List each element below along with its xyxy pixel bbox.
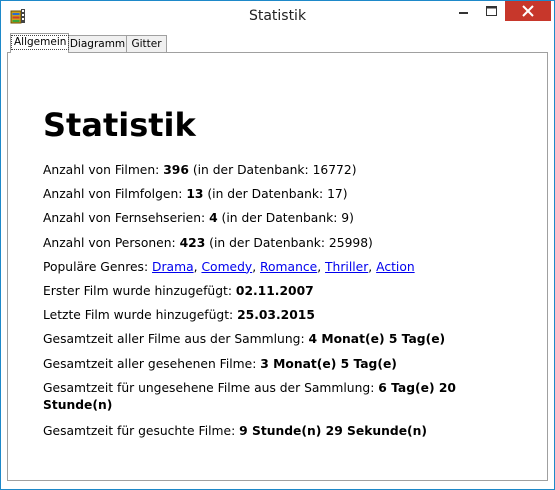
tab-allgemein-label: Allgemein [11,35,70,50]
stat-first-added: Erster Film wurde hinzugefügt: 02.11.200… [43,283,483,307]
stat-db-count: (in der Datenbank: 9) [221,211,354,226]
stat-watched-time: Gesamtzeit aller gesehenen Filme: 3 Mona… [43,356,483,380]
stat-value: 396 [163,163,189,177]
stat-label: Anzahl von Filmfolgen: [43,187,183,202]
stat-last-added: Letzte Film wurde hinzugefügt: 25.03.201… [43,307,483,331]
close-icon [522,5,534,17]
stat-genres: Populäre Genres: Drama, Comedy, Romance,… [43,259,483,283]
genre-separator: , [252,259,257,274]
stat-label: Erster Film wurde hinzugefügt: [43,283,232,298]
tab-gitter[interactable]: Gitter [126,35,167,52]
stat-label: Anzahl von Fernsehserien: [43,211,206,226]
stat-db-count: (in der Datenbank: 17) [207,187,348,202]
stat-value: 13 [186,187,204,202]
genre-separator: , [193,259,198,274]
tab-allgemein[interactable]: Allgemein [10,33,70,53]
genre-link-romance[interactable]: Romance [260,260,317,274]
genre-separator: , [368,259,373,274]
stats-list: Anzahl von Filmen: 396 (in der Datenbank… [43,162,483,447]
close-button[interactable] [505,1,551,21]
tab-content-panel: Statistik Anzahl von Filmen: 396 (in der… [7,52,548,481]
stat-value: 4 [209,211,218,226]
stat-value: 3 Monat(e) 5 Tag(e) [260,356,397,371]
genre-link-drama[interactable]: Drama [152,260,194,274]
stat-label: Letzte Film wurde hinzugefügt: [43,308,234,323]
statistik-window: Statistik Allgemein Diagramm Gitter Stat… [0,0,555,490]
stat-label: Gesamtzeit für ungesehene Filme aus der … [43,380,375,395]
stat-films: Anzahl von Filmen: 396 (in der Datenbank… [43,162,483,186]
maximize-icon[interactable] [478,1,505,23]
genre-link-comedy[interactable]: Comedy [201,260,252,274]
stat-label: Anzahl von Personen: [43,235,176,250]
stat-label: Anzahl von Filmen: [43,163,160,177]
stat-value: 25.03.2015 [237,308,315,323]
minimize-icon[interactable] [449,1,478,23]
tab-diagramm-label: Diagramm [69,38,126,50]
stat-total-time: Gesamtzeit aller Filme aus der Sammlung:… [43,331,483,355]
stat-wanted-time: Gesamtzeit für gesuchte Filme: 9 Stunde(… [43,423,483,447]
stat-db-count: (in der Datenbank: 25998) [209,235,373,250]
genre-separator: , [317,259,322,274]
stat-value: 423 [179,235,206,250]
stat-unwatched-time: Gesamtzeit für ungesehene Filme aus der … [43,380,483,423]
stat-label: Gesamtzeit für gesuchte Filme: [43,423,236,438]
page-title: Statistik [43,106,196,144]
stat-episodes: Anzahl von Filmfolgen: 13 (in der Datenb… [43,186,483,210]
stat-value: 02.11.2007 [235,283,314,298]
stat-label: Gesamtzeit aller Filme aus der Sammlung: [43,332,305,347]
stat-label: Populäre Genres: [43,259,149,274]
stat-series: Anzahl von Fernsehserien: 4 (in der Date… [43,210,483,234]
title-bar[interactable]: Statistik [1,1,554,31]
genre-link-action[interactable]: Action [376,260,415,274]
tab-bar: Allgemein Diagramm Gitter [7,33,548,53]
stat-persons: Anzahl von Personen: 423 (in der Datenba… [43,235,483,259]
tab-gitter-label: Gitter [131,38,162,50]
tab-diagramm[interactable]: Diagramm [68,35,127,52]
stat-value: 9 Stunde(n) 29 Sekunde(n) [239,423,428,438]
stat-db-count: (in der Datenbank: 16772) [192,163,357,177]
stat-label: Gesamtzeit aller gesehenen Filme: [43,356,257,371]
stat-value: 4 Monat(e) 5 Tag(e) [308,332,446,347]
genre-link-thriller[interactable]: Thriller [325,260,368,274]
